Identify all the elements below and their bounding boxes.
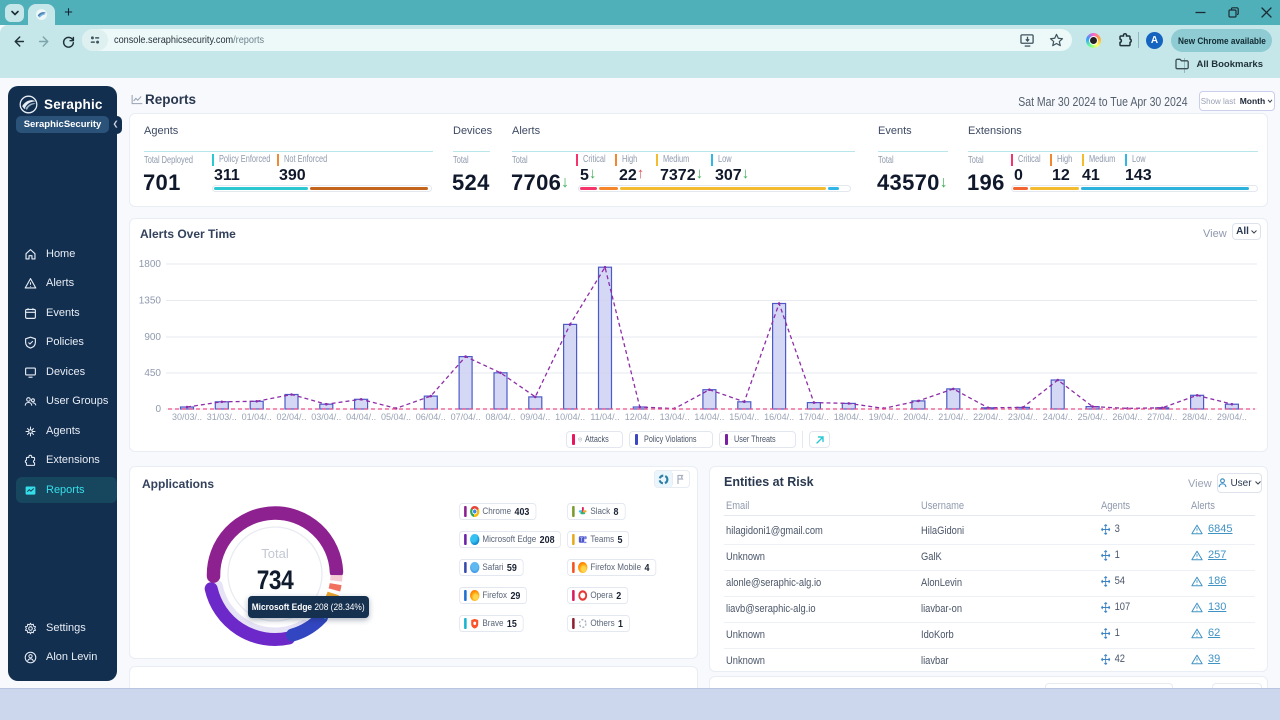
svg-text:08/04/..: 08/04/.. — [485, 412, 515, 422]
svg-text:07/04/..: 07/04/.. — [451, 412, 481, 422]
svg-text:450: 450 — [144, 368, 161, 379]
svg-text:31/03/..: 31/03/.. — [207, 412, 237, 422]
svg-text:T: T — [580, 537, 583, 543]
svg-text:27/04/..: 27/04/.. — [1147, 412, 1177, 422]
svg-text:19/04/..: 19/04/.. — [869, 412, 899, 422]
svg-text:24/04/..: 24/04/.. — [1043, 412, 1073, 422]
svg-text:18/04/..: 18/04/.. — [834, 412, 864, 422]
svg-text:26/04/..: 26/04/.. — [1112, 412, 1142, 422]
svg-text:22/04/..: 22/04/.. — [973, 412, 1003, 422]
svg-text:25/04/..: 25/04/.. — [1078, 412, 1108, 422]
svg-text:03/04/..: 03/04/.. — [311, 412, 341, 422]
svg-text:1350: 1350 — [139, 296, 162, 307]
svg-text:04/04/..: 04/04/.. — [346, 412, 376, 422]
svg-text:28/04/..: 28/04/.. — [1182, 412, 1212, 422]
svg-text:12/04/..: 12/04/.. — [625, 412, 655, 422]
svg-text:1800: 1800 — [139, 259, 162, 270]
svg-text:13/04/..: 13/04/.. — [660, 412, 690, 422]
svg-text:900: 900 — [144, 332, 161, 343]
svg-text:0: 0 — [155, 404, 161, 415]
svg-text:30/03/..: 30/03/.. — [172, 412, 202, 422]
svg-text:14/04/..: 14/04/.. — [694, 412, 724, 422]
svg-text:16/04/..: 16/04/.. — [764, 412, 794, 422]
svg-text:21/04/..: 21/04/.. — [938, 412, 968, 422]
svg-text:23/04/..: 23/04/.. — [1008, 412, 1038, 422]
svg-text:11/04/..: 11/04/.. — [590, 412, 619, 422]
svg-text:17/04/..: 17/04/.. — [799, 412, 829, 422]
svg-text:06/04/..: 06/04/.. — [416, 412, 446, 422]
svg-text:05/04/..: 05/04/.. — [381, 412, 411, 422]
svg-text:20/04/..: 20/04/.. — [903, 412, 933, 422]
svg-text:10/04/..: 10/04/.. — [555, 412, 585, 422]
svg-text:15/04/..: 15/04/.. — [729, 412, 759, 422]
svg-text:01/04/..: 01/04/.. — [242, 412, 272, 422]
svg-text:29/04/..: 29/04/.. — [1217, 412, 1247, 422]
svg-text:09/04/..: 09/04/.. — [520, 412, 550, 422]
svg-text:02/04/..: 02/04/.. — [276, 412, 306, 422]
